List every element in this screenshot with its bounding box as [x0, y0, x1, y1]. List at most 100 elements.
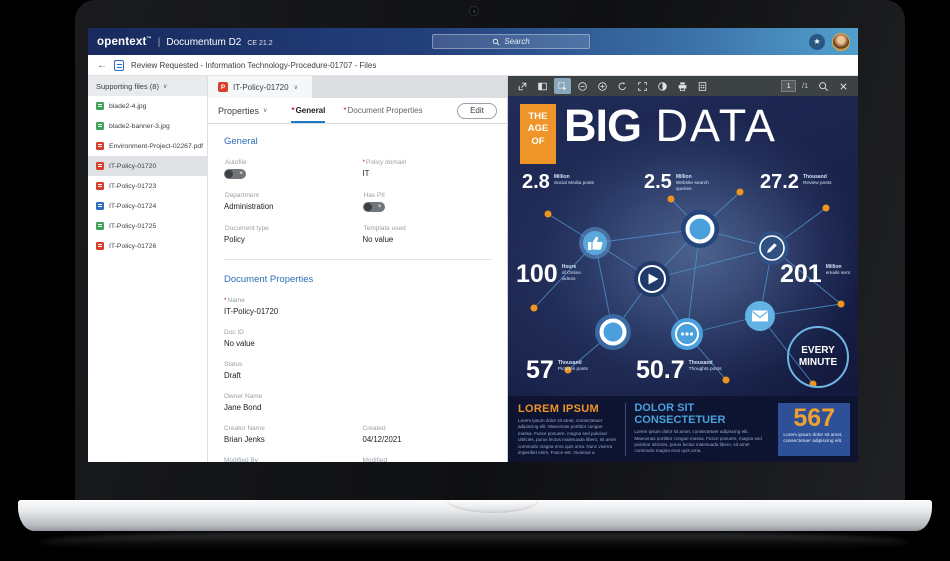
article-dolor-sit: DOLOR SIT CONSECTETUER Lorem ipsum dolor…: [625, 403, 776, 456]
chat-icon: [671, 318, 703, 350]
app-top-bar: opentext™ | Documentum D2 CE 21.2 Search…: [88, 28, 858, 55]
page-total: /1: [802, 83, 808, 90]
document-tab[interactable]: P IT-Policy-01720 ∨: [208, 76, 312, 98]
contrast-button[interactable]: [654, 78, 671, 94]
play-icon: [634, 261, 670, 297]
app-screen: opentext™ | Documentum D2 CE 21.2 Search…: [88, 28, 858, 462]
stat-pictures-posts: 57 ThousandPictures posts: [526, 358, 594, 383]
stat-emails-sent: 201 Millionemails sent: [780, 262, 856, 287]
field-created: Created 04/12/2021: [363, 425, 492, 444]
global-search-input[interactable]: Search: [432, 34, 590, 49]
tab-general[interactable]: *General: [291, 98, 325, 123]
open-in-new-button[interactable]: [514, 78, 531, 94]
file-type-icon: [96, 222, 104, 230]
properties-toolbar: Properties ∨ *General *Document Properti…: [208, 98, 507, 124]
stat-search-queries: 2.5 MillionWebsite search queries: [644, 172, 720, 193]
field-has-pii: Has PII ×: [363, 192, 492, 212]
zoom-out-button[interactable]: [574, 78, 591, 94]
file-type-icon: [96, 122, 104, 130]
search-placeholder: Search: [504, 37, 529, 46]
page-number-input[interactable]: 1: [781, 80, 796, 92]
task-icon: [114, 60, 124, 71]
supporting-files-panel: Supporting files (8) ∨ blade2-4.jpg blad…: [88, 76, 208, 462]
every-minute-badge: EVERY MINUTE: [787, 326, 849, 388]
file-type-icon: [96, 162, 104, 170]
fit-screen-button[interactable]: [634, 78, 651, 94]
properties-body: General Autofile × *Policy domain IT Dep…: [208, 124, 507, 462]
close-viewer-button[interactable]: [835, 78, 852, 94]
properties-dropdown[interactable]: Properties ∨: [218, 106, 267, 116]
stat-thoughts-posts: 50.7 ThousandThoughts posts: [636, 358, 727, 383]
brand-area: opentext™ | Documentum D2 CE 21.2: [88, 36, 273, 48]
toggle-off-icon: ×: [378, 202, 382, 212]
file-type-icon: [96, 182, 104, 190]
search-icon: [492, 38, 500, 46]
print-button[interactable]: [674, 78, 691, 94]
chevron-down-icon: ∨: [163, 83, 167, 90]
viewer-search-button[interactable]: [815, 78, 832, 94]
file-row[interactable]: Environment-Project-02267.pdf: [88, 136, 207, 156]
product-name: Documentum D2: [166, 37, 241, 48]
field-status: Status Draft: [224, 361, 491, 380]
poster-bottom-band: LOREM IPSUM Lorem ipsum dolor sit amet, …: [508, 396, 858, 462]
mail-icon: [745, 301, 775, 331]
breadcrumb: ← Review Requested - Information Technol…: [88, 55, 858, 76]
field-doc-id: Doc ID No value: [224, 329, 491, 348]
back-button[interactable]: ←: [97, 60, 107, 71]
properties-panel: P IT-Policy-01720 ∨ Properties ∨ *Genera…: [208, 76, 508, 462]
supporting-files-title: Supporting files (8): [96, 82, 159, 91]
logo-separator: |: [158, 37, 161, 48]
document-tab-strip: P IT-Policy-01720 ∨: [208, 76, 507, 98]
chevron-down-icon: ∨: [263, 107, 267, 114]
file-row[interactable]: IT-Policy-01724: [88, 196, 207, 216]
field-modified-by: Modified By Brian Jenks: [224, 457, 353, 462]
viewer-toolbar: 1 /1: [508, 76, 858, 96]
supporting-files-header[interactable]: Supporting files (8) ∨: [88, 76, 207, 96]
toggle-knob: [225, 170, 233, 178]
section-title-general: General: [224, 136, 491, 147]
stat-social-media: 2.8 MillionSocial Media posts: [522, 172, 598, 192]
chevron-down-icon: ∨: [294, 84, 298, 91]
file-type-icon: [96, 202, 104, 210]
star-icon: ★: [813, 37, 820, 46]
pan-tool-button[interactable]: [554, 78, 571, 94]
section-title-document-properties: Document Properties: [224, 274, 491, 285]
field-owner-name: Owner Name Jane Bond: [224, 393, 491, 412]
stat-review-posts: 27.2 ThousandReview posts: [760, 172, 845, 192]
thumbs-up-icon: [579, 227, 611, 259]
split-view-button[interactable]: [534, 78, 551, 94]
field-template-used: Template used No value: [363, 225, 492, 244]
pictures-node-icon: [595, 314, 631, 350]
file-type-icon: [96, 242, 104, 250]
autofile-toggle[interactable]: ×: [224, 169, 246, 179]
zoom-in-button[interactable]: [594, 78, 611, 94]
field-autofile: Autofile ×: [224, 159, 353, 179]
laptop-base: [18, 500, 932, 531]
thumbnails-button[interactable]: [694, 78, 711, 94]
file-row[interactable]: IT-Policy-01725: [88, 216, 207, 236]
file-type-icon: [96, 142, 104, 150]
file-row-selected[interactable]: IT-Policy-01720: [88, 156, 207, 176]
rotate-button[interactable]: [614, 78, 631, 94]
user-avatar[interactable]: [832, 33, 850, 51]
opentext-logo: opentext™: [97, 36, 152, 48]
laptop-thumb-notch: [447, 500, 539, 513]
toggle-off-icon: ×: [239, 169, 243, 179]
breadcrumb-text: Review Requested - Information Technolog…: [131, 61, 376, 70]
document-viewer: 1 /1 THE AGE OF BIG DATA: [508, 76, 858, 462]
file-row[interactable]: blade2-banner-3.jpg: [88, 116, 207, 136]
field-name: *Name IT-Policy-01720: [224, 297, 491, 316]
has-pii-toggle[interactable]: ×: [363, 202, 385, 212]
favorites-button[interactable]: ★: [809, 34, 825, 50]
file-row[interactable]: blade2-4.jpg: [88, 96, 207, 116]
field-creator-name: Creator Name Brian Jenks: [224, 425, 353, 444]
edit-button[interactable]: Edit: [457, 103, 497, 119]
counter-box: 567 Lorem ipsum dolor sit amet, consecte…: [778, 403, 850, 456]
article-lorem-ipsum: LOREM IPSUM Lorem ipsum dolor sit amet, …: [518, 403, 625, 456]
tab-document-properties[interactable]: *Document Properties: [343, 98, 422, 123]
file-row[interactable]: IT-Policy-01723: [88, 176, 207, 196]
field-policy-domain: *Policy domain IT: [363, 159, 492, 179]
file-row[interactable]: IT-Policy-01726: [88, 236, 207, 256]
toggle-knob: [364, 203, 372, 211]
field-department: Department Administration: [224, 192, 353, 212]
